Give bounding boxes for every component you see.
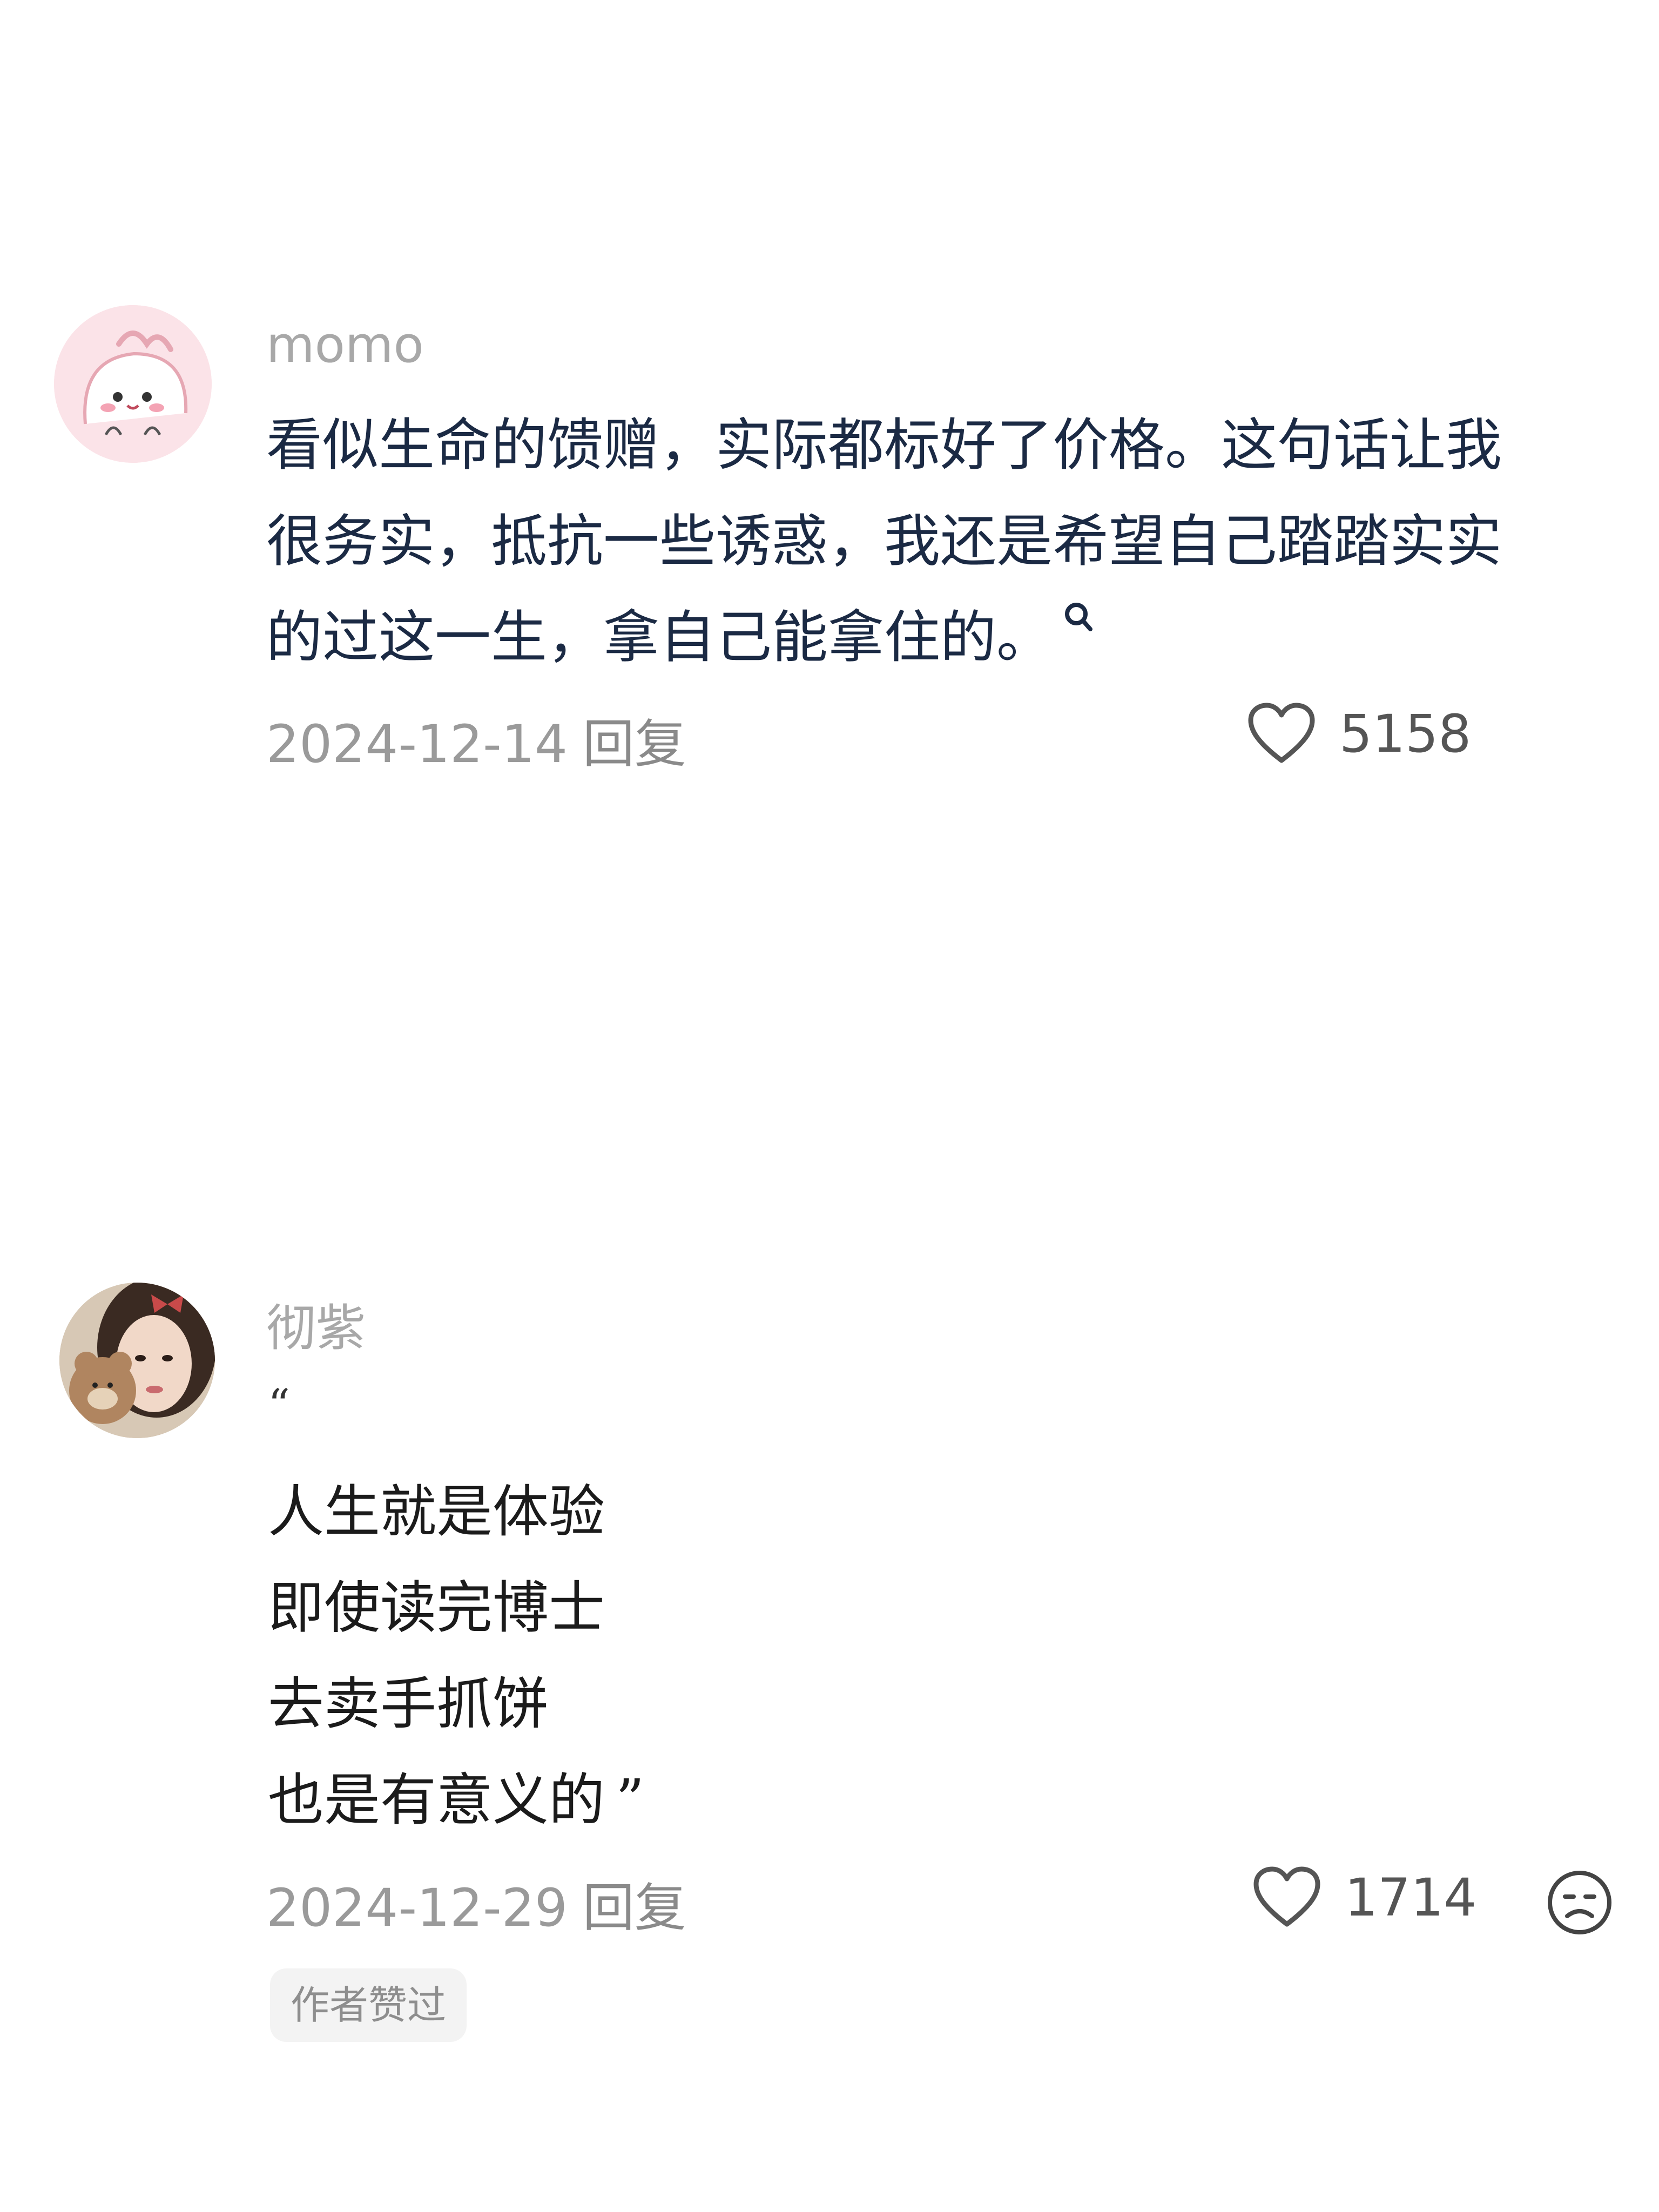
comment-date: 2024-12-14 — [266, 714, 568, 774]
quote-close: ” — [616, 1767, 645, 1833]
author-liked-badge: 作者赞过 — [270, 1968, 467, 2042]
comment-date: 2024-12-29 — [266, 1878, 568, 1938]
like-button[interactable]: 5158 — [1246, 702, 1471, 766]
avatar[interactable] — [54, 305, 212, 463]
reply-button[interactable]: 回复 — [583, 1878, 686, 1938]
heart-outline-icon — [1248, 703, 1315, 763]
photo-avatar-icon — [59, 1283, 215, 1438]
quote-open: “ — [268, 1380, 290, 1430]
comment-line: 看似生命的馈赠，实际都标好了价格。这句话让我 — [266, 412, 1502, 478]
comment-line: 人生就是体验 — [268, 1479, 605, 1545]
comment-meta: 2024-12-14 回复 — [266, 702, 686, 777]
reply-button[interactable]: 回复 — [583, 714, 686, 774]
comment-line-text: 的过这一生，拿自己能拿住的。 — [266, 604, 1053, 670]
like-count: 1714 — [1345, 1867, 1477, 1928]
like-count: 5158 — [1339, 704, 1472, 764]
comment-line: 去卖手抓饼 — [268, 1671, 549, 1737]
comment-text: 人生就是体验 即使读完博士 去卖手抓饼 也是有意义的” — [268, 1464, 644, 1848]
cartoon-avatar-icon — [54, 305, 212, 463]
avatar[interactable] — [59, 1283, 215, 1438]
comment-line: 也是有意义的” — [268, 1752, 644, 1848]
comment-line: 很务实，抵抗一些诱惑，我还是希望自己踏踏实实 — [266, 493, 1616, 589]
comment-line: 的过这一生，拿自己能拿住的。 — [266, 589, 1616, 685]
search-icon[interactable] — [1062, 600, 1095, 638]
comment-meta: 2024-12-29 回复 — [266, 1866, 686, 1941]
like-button[interactable]: 1714 — [1252, 1866, 1476, 1930]
comment-line-text: 也是有意义的 — [268, 1767, 605, 1833]
heart-outline-icon — [1253, 1866, 1320, 1927]
dislike-face-icon — [1548, 1871, 1611, 1934]
dislike-button[interactable] — [1546, 1869, 1614, 1937]
username[interactable]: 彻紫 — [266, 1288, 366, 1360]
comment-text: 看似生命的馈赠，实际都标好了价格。这句话让我 很务实，抵抗一些诱惑，我还是希望自… — [266, 397, 1616, 685]
username[interactable]: momo — [266, 316, 424, 374]
comment-line: 即使读完博士 — [268, 1575, 605, 1641]
comment-line-text: 很务实，抵抗一些诱惑，我还是希望自己踏踏实实 — [266, 508, 1502, 574]
